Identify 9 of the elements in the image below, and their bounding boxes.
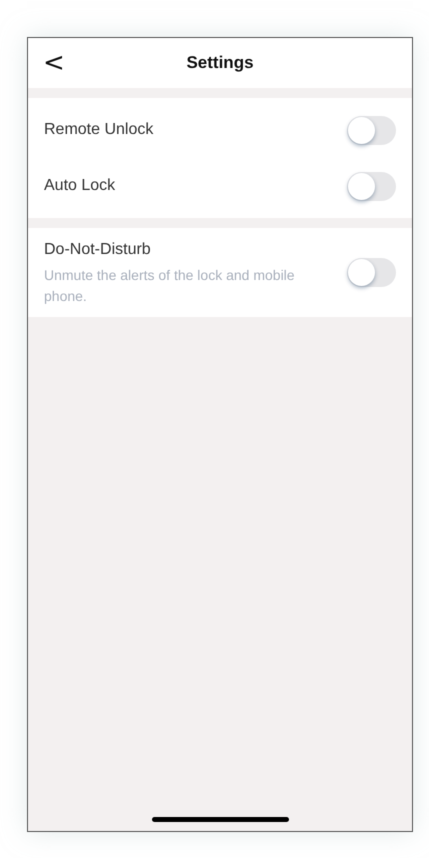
back-button[interactable]: < — [43, 50, 65, 76]
setting-label: Do-Not-Disturb — [44, 240, 152, 260]
toggle-switch[interactable] — [347, 172, 396, 200]
toggle-switch[interactable] — [347, 116, 396, 144]
setting-description: Unmute the alerts of the lock and mobile phone. — [44, 266, 296, 306]
page-title: Settings — [186, 52, 254, 74]
toggle-switch[interactable] — [347, 258, 396, 287]
setting-label: Auto Lock — [44, 176, 116, 196]
setting-label: Remote Unlock — [44, 120, 154, 140]
